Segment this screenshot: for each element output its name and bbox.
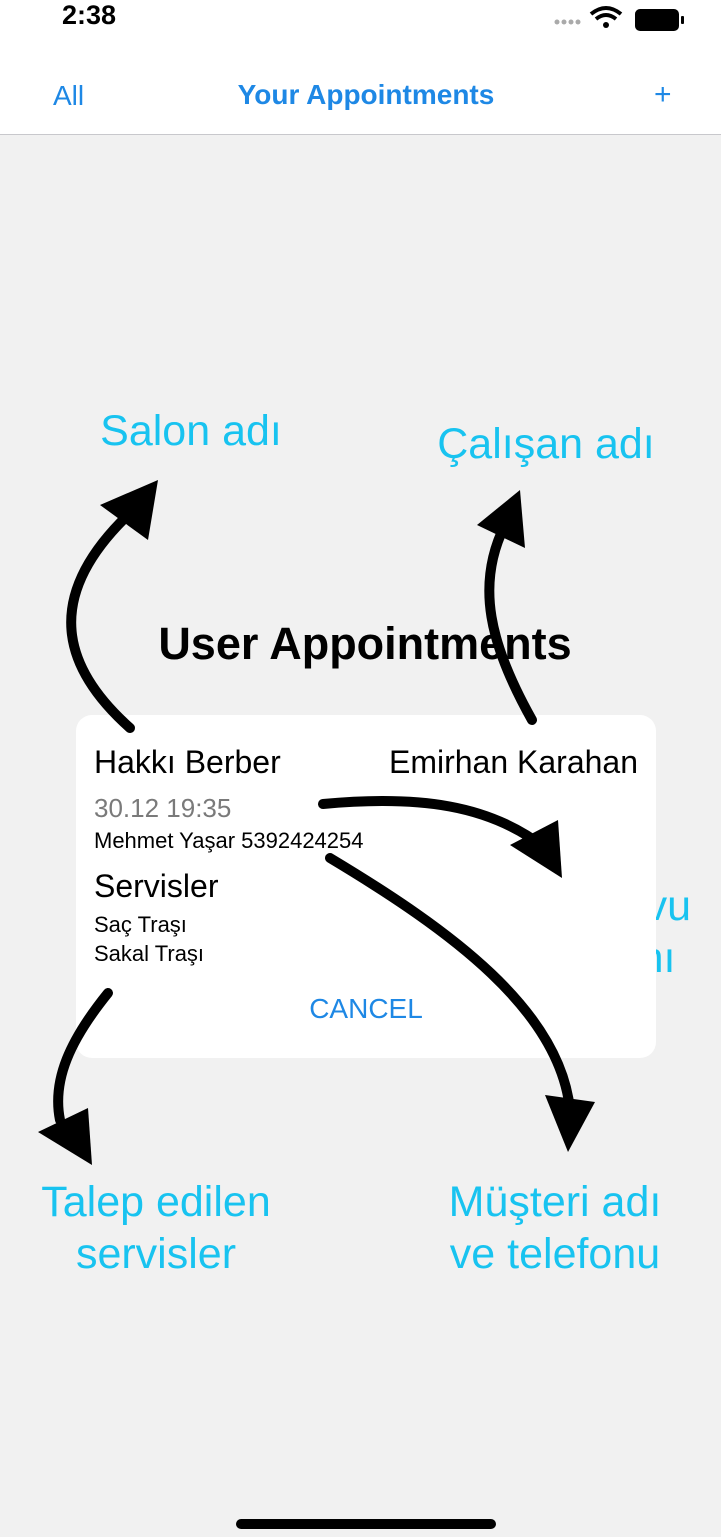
- annotation-customer-info-line1: Müşteri adı: [448, 1178, 662, 1226]
- navigation-bar: 2:38 All Your Appointments +: [0, 0, 721, 135]
- arrowhead-employee-name: [477, 490, 525, 548]
- annotation-employee-name: Çalışan adı: [437, 420, 655, 468]
- wifi-icon: [589, 6, 623, 28]
- home-indicator[interactable]: [236, 1519, 496, 1529]
- annotation-customer-info-line2: ve telefonu: [449, 1230, 661, 1278]
- services-title: Servisler: [94, 868, 219, 904]
- appointment-datetime: 30.12 19:35: [94, 793, 232, 823]
- section-title: User Appointments: [158, 618, 572, 669]
- employee-name: Emirhan Karahan: [388, 744, 638, 780]
- service-item: Sakal Traşı: [94, 941, 205, 966]
- annotation-salon-name: Salon adı: [100, 407, 282, 455]
- annotation-requested-services-line1: Talep edilen: [41, 1178, 271, 1226]
- arrowhead-customer-info: [545, 1095, 595, 1152]
- arrowhead-salon-name: [100, 480, 158, 540]
- status-time: 2:38: [62, 0, 117, 30]
- customer-info: Mehmet Yaşar 5392424254: [94, 828, 364, 853]
- arrowhead-requested-services: [38, 1108, 92, 1165]
- salon-name: Hakkı Berber: [94, 744, 281, 780]
- status-icons: [554, 6, 684, 31]
- page-title: Your Appointments: [237, 79, 495, 110]
- cancel-button[interactable]: CANCEL: [76, 993, 656, 1025]
- add-appointment-button[interactable]: +: [654, 78, 672, 112]
- service-item: Saç Traşı: [94, 912, 187, 937]
- annotation-requested-services-line2: servisler: [75, 1230, 237, 1278]
- battery-icon: [635, 9, 684, 31]
- appointment-card: Hakkı Berber Emirhan Karahan 30.12 19:35…: [76, 715, 656, 1058]
- signal-icon: [554, 19, 581, 25]
